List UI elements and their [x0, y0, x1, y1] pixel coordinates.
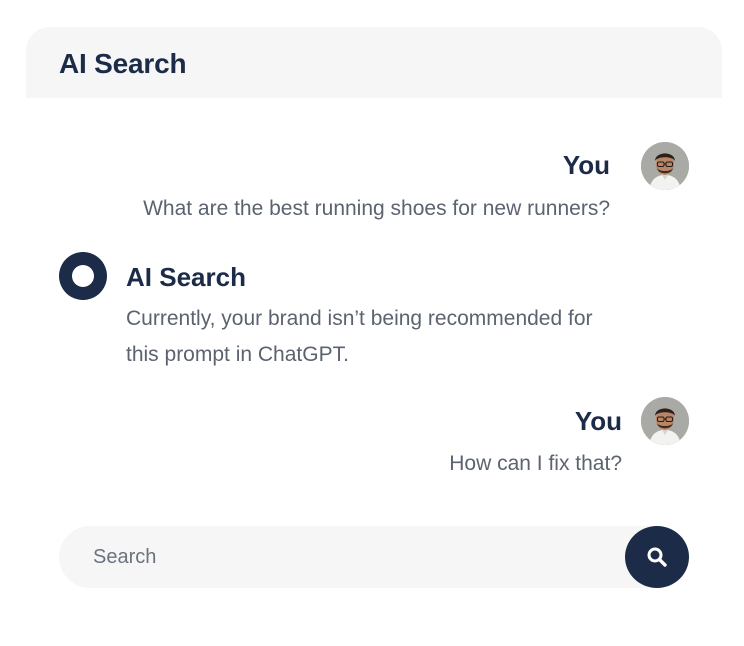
ai-search-logo-icon	[59, 252, 107, 300]
user-avatar-icon	[641, 142, 689, 190]
message-text: Currently, your brand isn’t being recomm…	[126, 307, 593, 330]
message-text: How can I fix that?	[449, 452, 622, 475]
chat-header: AI Search	[26, 27, 722, 98]
message-text: What are the best running shoes for new …	[143, 197, 610, 220]
search-input[interactable]	[93, 540, 613, 574]
message-sender-you: You	[574, 406, 622, 436]
message-text: this prompt in ChatGPT.	[126, 343, 349, 366]
search-icon	[647, 547, 667, 567]
ai-search-logo-inner	[72, 265, 94, 287]
message-sender-you: You	[562, 150, 610, 180]
chat-title: AI Search	[59, 48, 187, 79]
search-button[interactable]	[625, 526, 689, 588]
search-bar	[59, 526, 689, 588]
message-sender-ai: AI Search	[126, 262, 246, 292]
user-avatar-icon	[641, 397, 689, 445]
